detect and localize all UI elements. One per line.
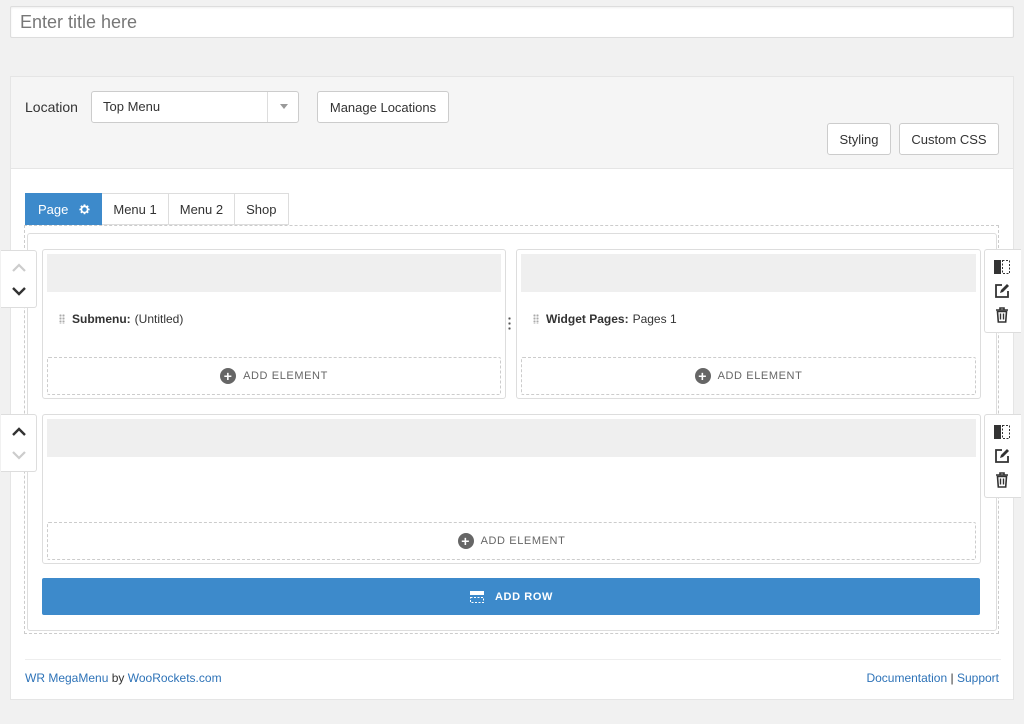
footer-divider	[25, 659, 1001, 660]
tab-page[interactable]: Page	[25, 193, 103, 225]
element-type: Submenu:	[72, 312, 131, 326]
element-value: Pages 1	[632, 312, 677, 326]
add-element-label: ADD ELEMENT	[243, 370, 328, 382]
column-header[interactable]	[47, 254, 501, 292]
row-2-actions	[984, 414, 1021, 498]
element-value: (Untitled)	[134, 312, 184, 326]
footer-links: Documentation | Support	[866, 671, 999, 685]
add-row-icon	[470, 590, 484, 603]
tab-label: Page	[38, 201, 69, 217]
menu-element[interactable]: Widget Pages: Pages 1	[533, 312, 677, 326]
add-row-label: ADD ROW	[495, 590, 553, 603]
tab-label: Menu 1	[113, 201, 157, 217]
gear-icon[interactable]	[78, 203, 91, 216]
element-type: Widget Pages:	[546, 312, 629, 326]
tab-menu-2[interactable]: Menu 2	[168, 193, 236, 225]
chevron-down-icon	[12, 451, 26, 460]
product-link[interactable]: WR MegaMenu	[25, 671, 108, 685]
chevron-down-icon	[280, 104, 288, 109]
plus-circle-icon: +	[694, 368, 711, 384]
title-input[interactable]	[10, 6, 1014, 38]
column-header[interactable]	[521, 254, 976, 292]
vendor-link[interactable]: WooRockets.com	[128, 671, 222, 685]
split-columns-icon[interactable]	[993, 423, 1011, 441]
chevron-up-icon[interactable]	[11, 425, 27, 437]
custom-css-button[interactable]: Custom CSS	[899, 123, 999, 155]
tab-label: Menu 2	[179, 201, 224, 217]
drag-handle-icon[interactable]	[533, 314, 539, 324]
menu-tabs: Page Menu 1 Menu 2 Shop	[25, 193, 289, 225]
edit-icon[interactable]	[993, 447, 1011, 465]
add-row-button[interactable]: ADD ROW	[42, 578, 980, 615]
edit-icon[interactable]	[993, 282, 1011, 300]
tab-label: Shop	[246, 201, 277, 217]
plus-circle-icon: +	[220, 368, 237, 384]
menu-element[interactable]: Submenu: (Untitled)	[59, 312, 183, 326]
chevron-down-icon[interactable]	[11, 285, 27, 297]
manage-locations-button[interactable]: Manage Locations	[317, 91, 449, 123]
plus-circle-icon: +	[457, 533, 474, 549]
support-link[interactable]: Support	[957, 671, 999, 685]
tab-shop[interactable]: Shop	[235, 193, 289, 225]
add-element-label: ADD ELEMENT	[717, 370, 803, 382]
trash-icon[interactable]	[993, 306, 1011, 324]
row-2-move-controls	[1, 414, 37, 472]
documentation-link[interactable]: Documentation	[866, 671, 947, 685]
row-1-actions	[984, 249, 1021, 333]
footer-credits: WR MegaMenu by WooRockets.com	[25, 671, 222, 685]
row-1-column-2: Widget Pages: Pages 1 + ADD ELEMENT	[516, 249, 981, 399]
row-1-move-controls	[1, 250, 37, 308]
row-1-column-1: Submenu: (Untitled) + ADD ELEMENT	[42, 249, 506, 399]
footer-separator: |	[950, 671, 954, 685]
location-select[interactable]: Top Menu	[91, 91, 299, 123]
location-label: Location	[25, 99, 78, 115]
add-element-button[interactable]: + ADD ELEMENT	[521, 357, 976, 395]
footer-by: by	[111, 671, 125, 685]
location-select-value: Top Menu	[103, 99, 161, 114]
drag-handle-icon[interactable]	[59, 314, 65, 324]
row-2-column-1: + ADD ELEMENT	[42, 414, 981, 564]
chevron-up-icon	[12, 263, 26, 272]
select-divider	[267, 92, 268, 122]
tab-menu-1[interactable]: Menu 1	[102, 193, 169, 225]
panel-header: Location Top Menu Manage Locations Styli…	[11, 77, 1013, 169]
add-element-label: ADD ELEMENT	[480, 535, 566, 547]
trash-icon[interactable]	[993, 471, 1011, 489]
add-element-button[interactable]: + ADD ELEMENT	[47, 522, 976, 560]
column-header[interactable]	[47, 419, 976, 457]
add-element-button[interactable]: + ADD ELEMENT	[47, 357, 501, 395]
split-columns-icon[interactable]	[993, 258, 1011, 276]
column-resize-handle-icon[interactable]	[508, 316, 511, 332]
styling-button[interactable]: Styling	[827, 123, 891, 155]
